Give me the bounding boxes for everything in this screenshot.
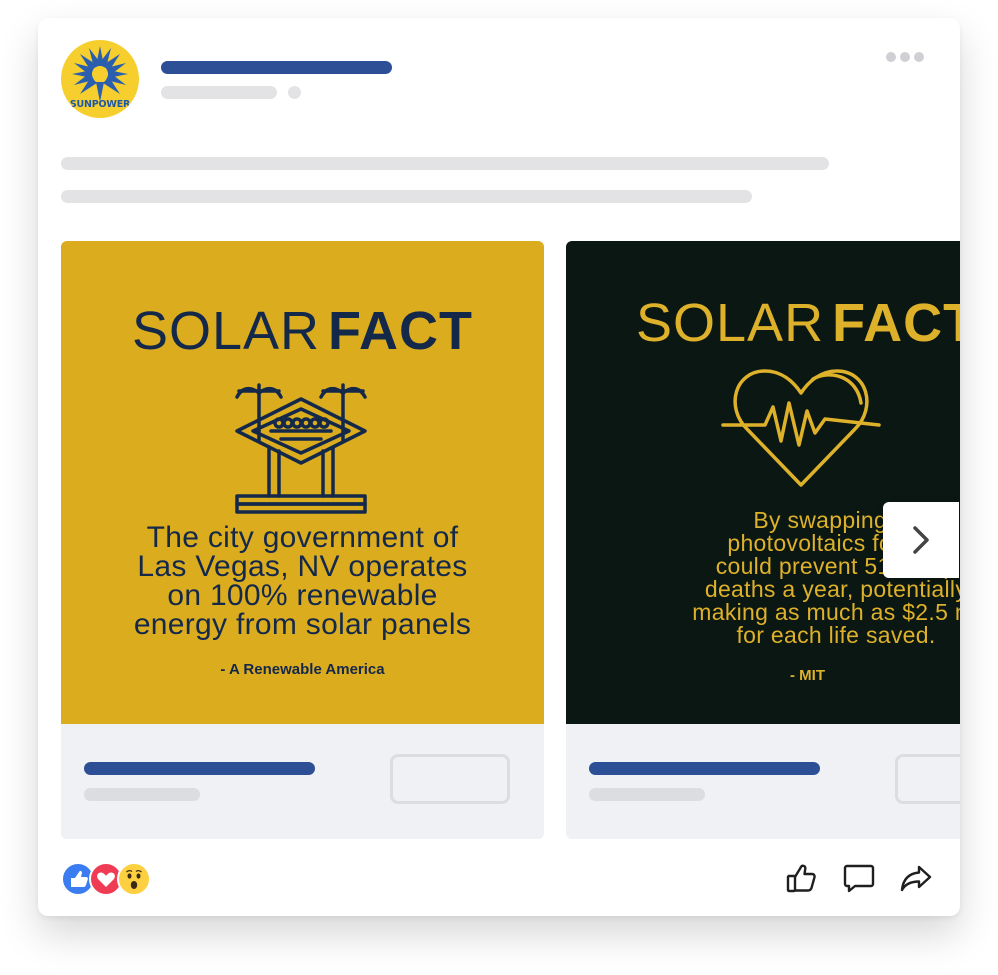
- heading-light: SOLAR: [636, 293, 825, 353]
- like-icon[interactable]: [783, 860, 819, 896]
- carousel-slide[interactable]: SOLAR FACT The city government of Las Ve…: [61, 241, 544, 839]
- slide-image: SOLARFACT By swapping so photovoltaics f…: [566, 241, 960, 724]
- slide-subtitle-placeholder: [84, 788, 200, 801]
- slide-cta-button[interactable]: [390, 754, 510, 804]
- heading-bold: FACT: [328, 301, 474, 361]
- more-dot: [886, 52, 896, 62]
- author-name-placeholder[interactable]: [161, 61, 392, 74]
- post-actions: [783, 860, 943, 900]
- post-card: SUNPOWER SOLAR FACT The city government …: [38, 18, 960, 916]
- more-dot: [914, 52, 924, 62]
- slide-heading: SOLARFACT: [636, 293, 960, 353]
- las-vegas-sign-icon: [235, 383, 367, 514]
- carousel-next-button[interactable]: [883, 502, 959, 578]
- heading-bold: FACT: [832, 293, 960, 353]
- avatar[interactable]: SUNPOWER: [61, 40, 139, 118]
- slide-quote: The city government of Las Vegas, NV ope…: [133, 521, 472, 641]
- more-dot: [900, 52, 910, 62]
- reactions-summary[interactable]: [61, 862, 161, 896]
- post-text-line: [61, 190, 752, 203]
- heart-pulse-icon: [721, 369, 881, 487]
- privacy-dot: [288, 86, 301, 99]
- chevron-right-icon: [913, 526, 929, 554]
- wow-reaction-icon: [117, 862, 151, 896]
- timestamp-placeholder: [161, 86, 277, 99]
- slide-cta-button[interactable]: [895, 754, 960, 804]
- avatar-logo-text: SUNPOWER: [69, 99, 131, 110]
- heading-light: SOLAR: [131, 301, 321, 361]
- slide-source: - A Renewable America: [220, 661, 385, 678]
- more-options-icon[interactable]: [886, 52, 926, 64]
- carousel: SOLAR FACT The city government of Las Ve…: [61, 241, 960, 839]
- slide-image: SOLAR FACT The city government of Las Ve…: [61, 241, 544, 724]
- slide-title-placeholder[interactable]: [589, 762, 820, 775]
- slide-title-placeholder[interactable]: [84, 762, 315, 775]
- slide-footer: [566, 724, 960, 839]
- post-text-line: [61, 157, 829, 170]
- slide-source: - MIT: [790, 667, 825, 684]
- share-icon[interactable]: [898, 860, 934, 896]
- slide-subtitle-placeholder: [589, 788, 705, 801]
- slide-heading: SOLARFACT: [61, 301, 544, 361]
- comment-icon[interactable]: [841, 860, 877, 896]
- slide-footer: [61, 724, 544, 839]
